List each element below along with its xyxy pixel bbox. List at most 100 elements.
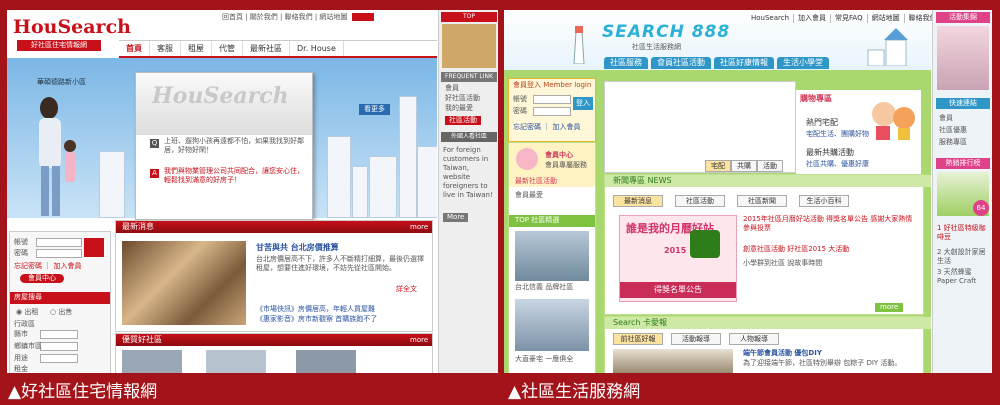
latest-activity-link[interactable]: 最新社區活動 [515, 177, 557, 186]
account-input[interactable] [36, 238, 82, 247]
news-photo[interactable] [122, 241, 246, 325]
right-sidebar: 活動集錦 快速連結 會員 社區優惠 服務專區 熱銷排行榜 64 1 好社區特級咖… [932, 10, 992, 373]
news-item-2[interactable]: 創意社區活動 好社區2015 大活動 [743, 245, 849, 254]
frequent-link-2[interactable]: 好社區活動 [445, 94, 480, 103]
news-item-2[interactable]: 《惠家影音》房市新觀察 首購族跑不了 [256, 315, 377, 324]
mascot-characters [872, 102, 915, 140]
member-links[interactable]: 忘記密碼 ｜ 加入會員 [513, 123, 580, 132]
community-photo-2[interactable] [515, 299, 589, 351]
housearch-logo[interactable]: HouSearch [13, 16, 131, 38]
rent-label: 租金 [14, 365, 28, 373]
community-more-link[interactable]: more [410, 336, 428, 345]
community-caption-2[interactable]: 大直豪宅 一應俱全 [515, 355, 573, 364]
banner-tab-activity[interactable]: 活動 [757, 160, 783, 172]
frequent-link-3[interactable]: 我的最愛 [445, 104, 473, 113]
calendar-poster[interactable]: 誰是我的月曆好站 2015 得獎名單公告 [619, 215, 737, 302]
member-login-button[interactable]: 登入 [573, 97, 593, 110]
member-login-title: 會員登入 Member login [513, 81, 592, 89]
toplink-housearch[interactable]: HouSearch [747, 14, 795, 23]
nav-manage[interactable]: 代管 [212, 41, 243, 56]
promo-hot-sub[interactable]: 宅配生活、團購好物 [806, 130, 869, 139]
sidebar-activity-button[interactable]: 社區活動 [445, 116, 481, 125]
quick-link-3[interactable]: 服務專區 [939, 138, 967, 147]
hot-item-2[interactable]: 2 大創設計家居生活 [937, 248, 991, 266]
building-1 [327, 136, 351, 218]
hot-item-3[interactable]: 3 天然蜂蜜Paper Craft [937, 268, 991, 286]
banner-tab-groupbuy[interactable]: 共購 [731, 160, 757, 172]
nav-community[interactable]: 最新社區 [243, 41, 290, 56]
news-tab-life[interactable]: 生活小百科 [799, 195, 849, 207]
community-caption-1[interactable]: 台北信義 品牌社區 [515, 283, 573, 292]
quick-link-2[interactable]: 社區優惠 [939, 126, 967, 135]
town-select[interactable] [40, 342, 78, 351]
toplink-join[interactable]: 加入會員 [794, 14, 832, 23]
member-favorite[interactable]: 會員最愛 [515, 191, 543, 200]
left-caption: ▲好社區住宅情報網 [8, 382, 158, 402]
community-photo-1[interactable] [515, 231, 589, 281]
top-links[interactable]: 回首頁 | 關於我們 | 聯絡我們 | 網站地圖 [222, 13, 347, 22]
sidebar-activity-photo[interactable] [937, 26, 989, 90]
report-tab-community[interactable]: 前社區好報 [613, 333, 663, 345]
poster-year: 2015 [664, 246, 687, 255]
community-photo-3[interactable] [296, 350, 356, 373]
news-tab-news[interactable]: 社區新聞 [737, 195, 787, 207]
member-account-input[interactable] [533, 95, 571, 104]
nav-service[interactable]: 客服 [150, 41, 181, 56]
search888-logo[interactable]: SEARCH 888 [602, 22, 730, 42]
toplink-sitemap[interactable]: 網站地圖 [868, 14, 905, 23]
news-item-1[interactable]: 《市場快訊》房價居高，年輕人買屋難 [256, 305, 375, 314]
news-tab-latest[interactable]: 最新消息 [613, 195, 663, 207]
community-photo-2[interactable] [206, 350, 266, 373]
frequent-link-1[interactable]: 會員 [445, 84, 459, 93]
report-photo[interactable] [613, 349, 733, 373]
report-tab-people[interactable]: 人物報導 [729, 333, 779, 345]
nav-rent[interactable]: 租屋 [181, 41, 212, 56]
news-tab-activity[interactable]: 社區活動 [675, 195, 725, 207]
news-box: 最新消息 more 甘苦與共 台北房價推算 台北房價居高不下，許多人不斷精打細算… [115, 220, 433, 332]
login-links[interactable]: 忘記密碼 ｜ 加入會員 [14, 262, 81, 271]
search-option-sale[interactable]: ○ 出售 [50, 308, 72, 317]
news-item-1[interactable]: 2015年社區月曆好站活動 得獎名單公告 感謝大家熱情參與投票 [743, 215, 919, 233]
house-search-title: 房屋搜尋 [14, 293, 42, 301]
nav-deals[interactable]: 社區好康情報 [714, 57, 774, 69]
nav-home[interactable]: 首頁 [119, 41, 150, 56]
nav-community-service[interactable]: 社區服務 [604, 57, 648, 69]
usage-select[interactable] [40, 354, 78, 363]
promo-latest[interactable]: 最新共購活動 [806, 148, 854, 158]
banner-tab-delivery[interactable]: 宅配 [705, 160, 731, 172]
news-headline[interactable]: 甘苦與共 台北房價推算 [256, 243, 339, 253]
report-title[interactable]: 端午節會員活動 優包DIY [743, 349, 822, 358]
news-title: 新聞專區 NEWS [605, 175, 931, 187]
popup-more-button[interactable]: 看更多 [359, 104, 390, 115]
report-tab-activity[interactable]: 活動報導 [671, 333, 721, 345]
right-sidebar: TOP FREQUENT LINK 會員 好社區活動 我的最愛 社區活動 外國人… [438, 10, 498, 373]
password-input[interactable] [36, 249, 82, 258]
community-photo-1[interactable] [122, 350, 182, 373]
member-center-bubble[interactable]: 會員中心 [545, 151, 573, 160]
news-more-link[interactable]: more [410, 223, 428, 232]
building-2 [352, 166, 368, 218]
main-banner[interactable]: 宅配 共購 活動 [604, 81, 796, 173]
hero-tagline: 華碩德路新小區 [37, 78, 86, 86]
quick-link-1[interactable]: 會員 [939, 114, 953, 123]
member-password-input[interactable] [533, 107, 571, 116]
frequent-link-title: FREQUENT LINK [441, 72, 497, 82]
city-select[interactable] [40, 330, 78, 339]
sidebar-ad-image[interactable] [442, 24, 496, 68]
nav-member-activity[interactable]: 會員社區活動 [651, 57, 711, 69]
news-more-button[interactable]: more [875, 303, 904, 312]
toplink-faq[interactable]: 常見FAQ [831, 14, 868, 23]
search-report-title: Search 卡愛報 [605, 317, 931, 329]
sidebar-more-link[interactable]: More [443, 213, 469, 222]
search-option-rent[interactable]: ◉ 出租 [16, 308, 38, 317]
promo-hot[interactable]: 熱門宅配 [806, 118, 838, 128]
member-center-button[interactable]: 會員中心 [20, 274, 64, 283]
hot-item-1[interactable]: 1 好社區特級咖啡豆 [937, 224, 991, 242]
promo-latest-sub[interactable]: 社區共購、優惠好康 [806, 160, 869, 169]
nav-dr-house[interactable]: Dr. House [290, 41, 344, 56]
news-read-more[interactable]: 詳全文 [396, 285, 417, 294]
nav-life-school[interactable]: 生活小學堂 [777, 57, 829, 69]
news-item-3[interactable]: 小學群到社區 說故事時間 [743, 259, 822, 268]
top-community-title: TOP 社區精選 [515, 216, 560, 224]
login-button[interactable] [84, 238, 104, 257]
